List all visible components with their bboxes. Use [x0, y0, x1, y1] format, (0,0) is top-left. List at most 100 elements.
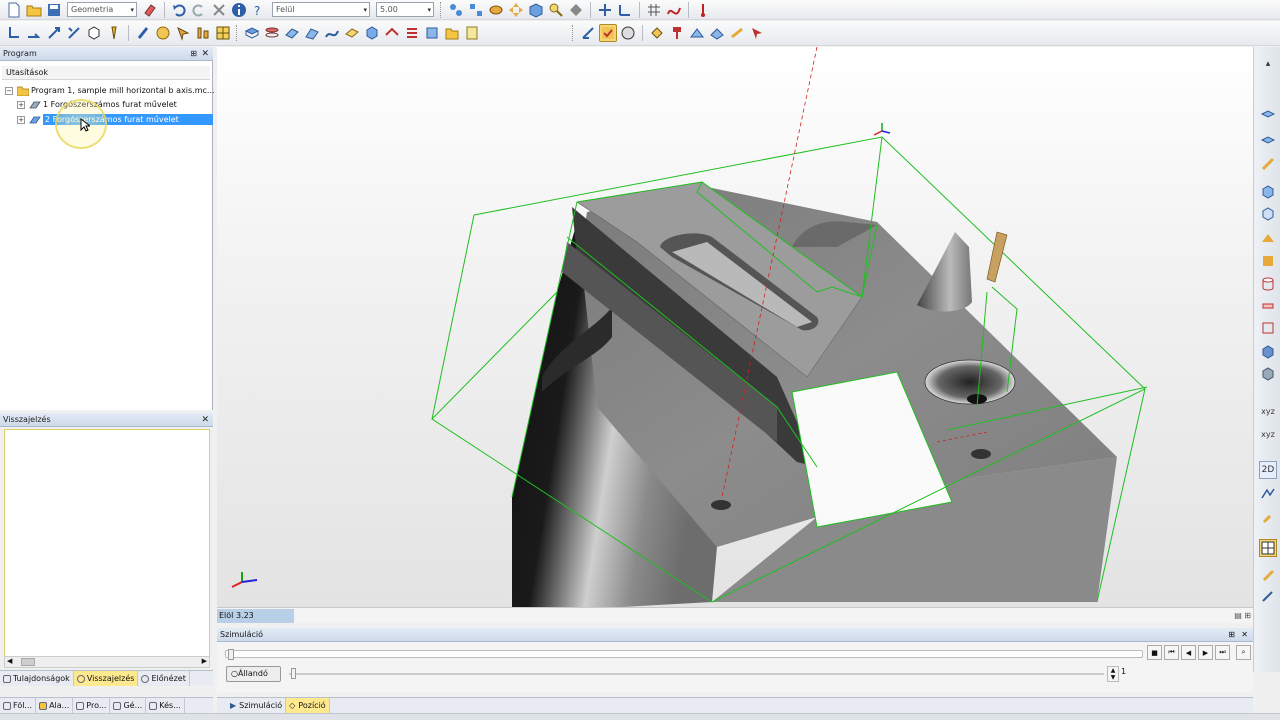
tab-properties[interactable]: Tulajdonságok [0, 671, 74, 686]
snap-grid-icon[interactable] [467, 1, 485, 19]
layer-stack-icon[interactable] [1259, 107, 1277, 125]
viewport-restore-icon[interactable]: ▤ [1234, 611, 1242, 620]
pocket-icon[interactable] [343, 24, 361, 42]
machine2-icon[interactable] [708, 24, 726, 42]
box-transform-icon[interactable] [85, 24, 103, 42]
scale-icon[interactable] [45, 24, 63, 42]
sketch-icon[interactable] [1259, 485, 1277, 503]
expand-icon[interactable]: + [17, 100, 25, 109]
tab-preview[interactable]: Előnézet [138, 671, 190, 686]
tab-feedback[interactable]: Visszajelzés [73, 671, 139, 686]
scroll-thumb[interactable] [21, 658, 35, 666]
forward-end-icon[interactable]: ⏭ [1215, 645, 1230, 660]
close-icon[interactable]: ✕ [1241, 628, 1248, 642]
pan-view-icon[interactable] [507, 1, 525, 19]
view-cube-icon[interactable] [527, 1, 545, 19]
tab-app-2[interactable]: Ala... [36, 698, 74, 713]
machine-icon[interactable] [688, 24, 706, 42]
fixture-icon[interactable] [1259, 229, 1277, 247]
scroll-left-icon[interactable]: ◀ [7, 657, 12, 665]
grid-icon[interactable] [645, 1, 663, 19]
scroll-up-icon[interactable]: ▴ [1259, 55, 1277, 73]
coordinate-icon[interactable] [616, 1, 634, 19]
help-pointer-icon[interactable]: ? [250, 1, 268, 19]
speed-slider[interactable] [289, 668, 1104, 679]
tab-app-4[interactable]: Gé... [110, 698, 147, 713]
box-icon[interactable] [423, 24, 441, 42]
close-icon[interactable]: ✕ [201, 47, 209, 61]
search-icon[interactable]: ⌕ [1236, 645, 1251, 660]
tab-app-5[interactable]: Kés... [146, 698, 185, 713]
step-back-icon[interactable]: ◀ [1181, 645, 1196, 660]
measure-icon[interactable] [579, 24, 597, 42]
wrench-icon[interactable] [1259, 509, 1277, 527]
surface-icon[interactable] [283, 24, 301, 42]
stop-icon[interactable]: ■ [1147, 645, 1162, 660]
layers-icon[interactable] [263, 24, 281, 42]
undo-icon[interactable] [170, 1, 188, 19]
close-icon[interactable]: ✕ [201, 413, 209, 427]
xyz-icon[interactable]: xyz [1259, 402, 1277, 420]
wire-cube-icon[interactable] [1259, 205, 1277, 223]
value-combo[interactable]: 5.00 ▾ [376, 2, 434, 17]
shaded-cube-icon[interactable] [1259, 183, 1277, 201]
toolpath-icon[interactable] [648, 24, 666, 42]
workplane-icon[interactable] [596, 1, 614, 19]
geometry-combo[interactable]: Geometria ▾ [67, 2, 137, 17]
verify-icon[interactable] [599, 24, 617, 42]
simulate-icon[interactable] [619, 24, 637, 42]
contour-icon[interactable] [383, 24, 401, 42]
progress-thumb[interactable] [228, 649, 234, 660]
delete-icon[interactable] [210, 1, 228, 19]
redo-icon[interactable] [190, 1, 208, 19]
align-tool-icon[interactable] [194, 24, 212, 42]
drill-select-icon[interactable] [134, 24, 152, 42]
save-icon[interactable] [45, 1, 63, 19]
grid-tool-icon[interactable] [214, 24, 232, 42]
2d-view-icon[interactable]: 2D [1259, 461, 1277, 479]
spindle-icon[interactable] [728, 24, 746, 42]
viewport-pin-icon[interactable]: ⊞ [1244, 611, 1251, 620]
zoom-icon[interactable] [547, 1, 565, 19]
solid-view-icon[interactable] [1259, 343, 1277, 361]
info-icon[interactable] [230, 1, 248, 19]
pin-icon[interactable]: ⊞ [1228, 628, 1235, 642]
tab-position[interactable]: ◇ Pozíció [286, 698, 330, 713]
flat-icon[interactable] [1259, 297, 1277, 315]
rewind-start-icon[interactable]: ⏮ [1164, 645, 1179, 660]
step-spinner[interactable]: ▲ ▼ [1107, 666, 1119, 682]
cylinder-icon[interactable] [1259, 275, 1277, 293]
tab-app-3[interactable]: Pro... [73, 698, 111, 713]
pointer-tool-icon[interactable] [174, 24, 192, 42]
play-icon[interactable]: ▶ [1198, 645, 1213, 660]
curve-path-icon[interactable] [323, 24, 341, 42]
calc-icon[interactable] [463, 24, 481, 42]
tool-yellow-icon[interactable] [105, 24, 123, 42]
stock-orange-icon[interactable] [1259, 252, 1277, 270]
layer-stack2-icon[interactable] [1259, 131, 1277, 149]
tool-holder-icon[interactable] [668, 24, 686, 42]
edit-icon[interactable] [1259, 565, 1277, 583]
xyz-alt-icon[interactable]: xyz [1259, 425, 1277, 443]
stripes-icon[interactable] [403, 24, 421, 42]
folder-gear-icon[interactable] [443, 24, 461, 42]
translate-icon[interactable] [25, 24, 43, 42]
iso-view-icon[interactable] [1259, 365, 1277, 383]
tool-tip-icon[interactable] [1259, 155, 1277, 173]
3d-viewport[interactable] [217, 47, 1253, 607]
post-icon[interactable] [748, 24, 766, 42]
collapse-icon[interactable]: − [5, 86, 13, 95]
mirror-icon[interactable] [65, 24, 83, 42]
tab-simulation[interactable]: ▶ Szimuláció [227, 698, 287, 713]
surface2-icon[interactable] [303, 24, 321, 42]
active-grid-icon[interactable] [1259, 539, 1277, 557]
expand-icon[interactable]: + [17, 115, 25, 124]
move-icon[interactable] [5, 24, 23, 42]
tree-program-item[interactable]: − Program 1, sample mill horizontal b axi… [5, 84, 215, 97]
speed-thumb[interactable] [291, 668, 296, 679]
constant-mode-button[interactable]: ○Állandó [226, 666, 281, 682]
eraser-icon[interactable] [141, 1, 159, 19]
view-combo[interactable]: Felül ▾ [272, 2, 370, 17]
tree-operation-2[interactable]: +2 Forgószerszámos furat művelet [17, 113, 213, 126]
thermometer-icon[interactable] [694, 1, 712, 19]
